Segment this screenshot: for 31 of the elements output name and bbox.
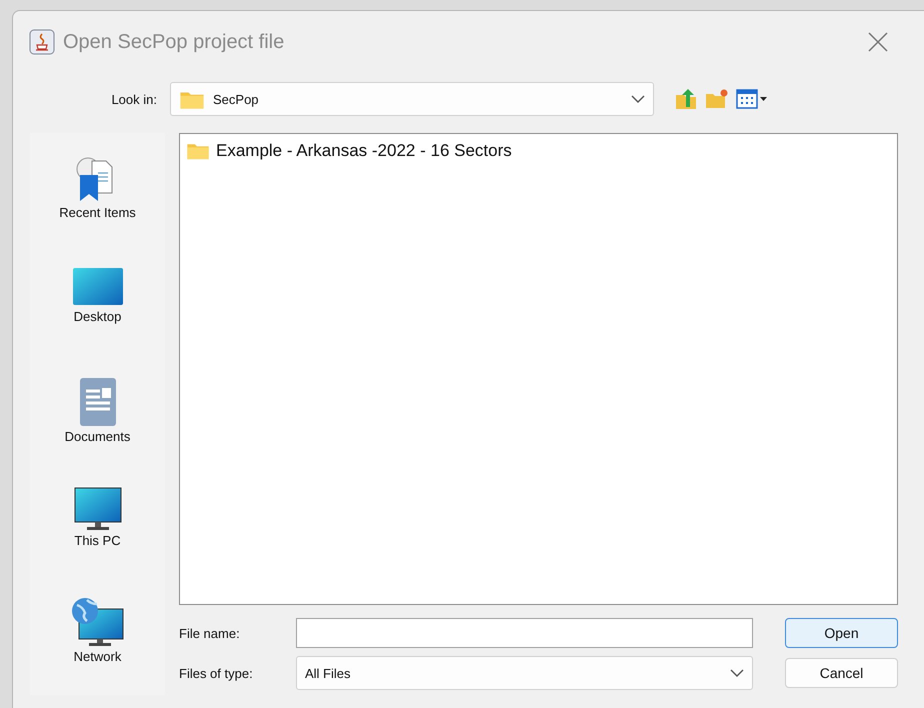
- look-in-dropdown[interactable]: SecPop: [170, 82, 654, 116]
- document-icon: [78, 377, 116, 427]
- file-name-label: File name:: [179, 626, 241, 640]
- folder-icon: [186, 141, 210, 161]
- look-in-label: Look in:: [110, 92, 158, 106]
- file-type-dropdown[interactable]: All Files: [296, 656, 753, 690]
- place-item[interactable]: Documents: [30, 365, 165, 475]
- file-type-label: Files of type:: [179, 666, 254, 680]
- view-menu-button[interactable]: [736, 88, 768, 110]
- folder-up-icon: [674, 87, 698, 111]
- place-item[interactable]: Desktop: [30, 255, 165, 365]
- network-icon: [70, 597, 124, 647]
- file-name-field[interactable]: [296, 618, 753, 648]
- cancel-button[interactable]: Cancel: [785, 658, 898, 688]
- place-item[interactable]: Recent Items: [30, 145, 165, 255]
- app-icon: [29, 29, 55, 55]
- open-button[interactable]: Open: [785, 618, 898, 648]
- chevron-down-icon: [730, 669, 744, 677]
- window-title: Open SecPop project file: [63, 30, 284, 54]
- desktop-icon: [72, 267, 124, 307]
- close-icon: [868, 32, 888, 52]
- new-folder-icon: [704, 88, 730, 110]
- file-item[interactable]: Example - Arkansas -2022 - 16 Sectors: [184, 140, 514, 162]
- place-item[interactable]: Network: [30, 585, 165, 695]
- up-folder-button[interactable]: [674, 87, 698, 111]
- list-view-icon: [736, 88, 768, 110]
- monitor-icon: [74, 487, 122, 531]
- close-button[interactable]: [866, 30, 890, 54]
- new-folder-button[interactable]: [704, 88, 730, 110]
- chevron-down-icon: [631, 95, 645, 103]
- place-item[interactable]: This PC: [30, 475, 165, 585]
